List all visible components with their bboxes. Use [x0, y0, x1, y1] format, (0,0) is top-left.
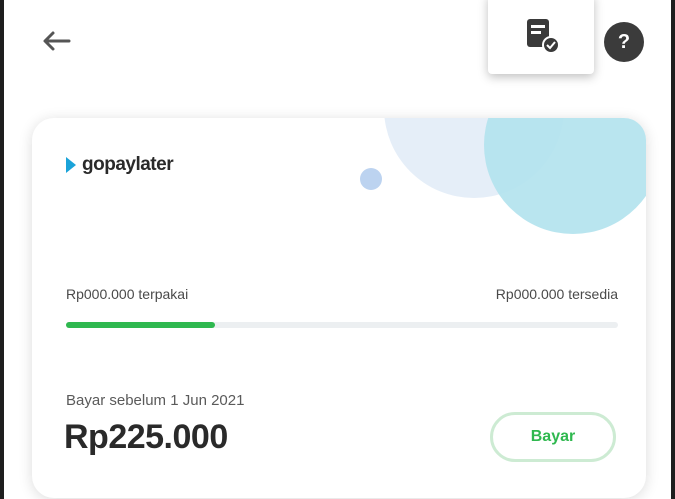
back-button[interactable] [34, 24, 78, 58]
app-screen: ? gopaylater Rp000.000 terpakai Rp000.00… [0, 0, 675, 499]
due-date-label: Bayar sebelum 1 Jun 2021 [66, 392, 245, 409]
question-mark-icon: ? [617, 30, 631, 53]
paylater-card: gopaylater Rp000.000 terpakai Rp000.000 … [32, 118, 646, 498]
brand-logo: gopaylater [66, 154, 174, 176]
limit-progress-bar [66, 322, 618, 328]
available-limit-label: Rp000.000 tersedia [495, 286, 618, 302]
brand-name: gopaylater [82, 154, 174, 175]
pay-button[interactable]: Bayar [490, 412, 616, 462]
bill-amount: Rp225.000 [64, 418, 228, 456]
used-limit-label: Rp000.000 terpakai [66, 286, 189, 302]
decorative-circle [484, 118, 646, 234]
limit-progress-fill [66, 322, 216, 328]
back-arrow-icon [43, 31, 71, 51]
decorative-dot [360, 168, 382, 190]
bill-document-icon [527, 19, 560, 54]
bill-document-button[interactable] [488, 0, 594, 74]
brand-arrow-icon [66, 157, 76, 173]
help-button[interactable]: ? [604, 22, 644, 62]
